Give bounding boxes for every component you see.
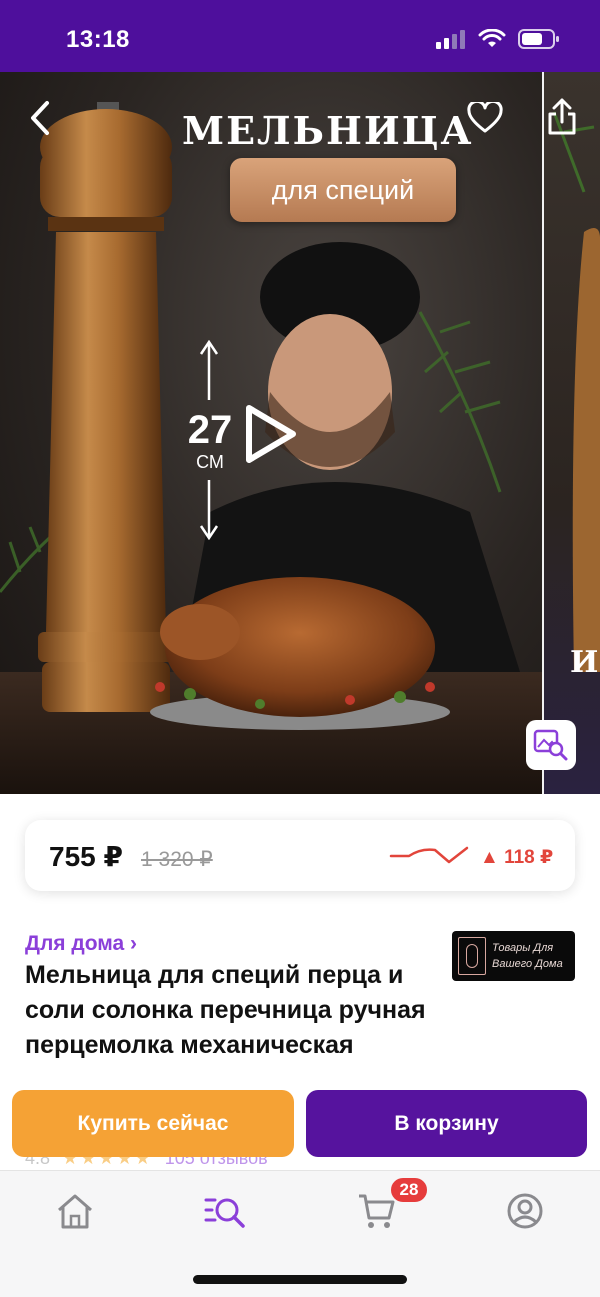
cart-count-badge: 28 (389, 1176, 429, 1204)
price-current: 755 ₽ (49, 841, 123, 872)
seller-name: Товары Для Вашего Дома (492, 942, 563, 970)
svg-text:И: И (570, 645, 598, 680)
status-time: 13:18 (66, 26, 130, 53)
gallery-slide-next[interactable]: И (544, 72, 600, 794)
status-icons (436, 28, 560, 50)
image-search-icon (533, 729, 568, 761)
product-title: Мельница для специй перца и соли солонка… (25, 961, 426, 1059)
height-marker: 27 СМ (180, 340, 240, 540)
signal-icon (436, 30, 465, 49)
wifi-icon (478, 29, 506, 47)
battery-icon (518, 29, 559, 49)
visual-search-button[interactable] (526, 720, 576, 770)
product-gallery[interactable]: МЕЛЬНИЦА для специй 27 СМ И (0, 72, 600, 794)
price-history-icon (389, 846, 469, 864)
next-slide-photo: И (552, 111, 600, 680)
buy-now-button[interactable]: Купить сейчас (12, 1090, 294, 1157)
profile-icon (507, 1193, 543, 1229)
catalog-search-icon (204, 1198, 245, 1228)
play-icon (246, 405, 296, 463)
favorite-button[interactable] (464, 98, 506, 138)
play-video-button[interactable] (243, 402, 299, 471)
status-bar: 13:18 (0, 0, 600, 72)
hero-title: МЕЛЬНИЦА (182, 108, 474, 153)
seller-monogram-icon (458, 937, 486, 975)
price-old: 1 320 ₽ (141, 848, 213, 871)
share-icon (548, 98, 576, 135)
hero-subtitle-pill: для специй (230, 158, 456, 222)
back-button[interactable] (22, 98, 58, 138)
share-button[interactable] (542, 96, 582, 138)
height-unit: СМ (196, 452, 224, 472)
tab-profile[interactable] (500, 1189, 550, 1233)
gallery-slide-current[interactable]: МЕЛЬНИЦА для специй 27 СМ (0, 72, 542, 794)
category-breadcrumb[interactable]: Для дома › (25, 932, 137, 956)
price-change: ▲ 118 ₽ (480, 847, 554, 868)
heart-icon (467, 102, 503, 133)
tab-catalog[interactable] (200, 1189, 250, 1233)
home-icon (58, 1194, 92, 1229)
home-indicator[interactable] (193, 1275, 407, 1284)
chevron-left-icon (31, 101, 49, 135)
add-to-cart-button[interactable]: В корзину (306, 1090, 587, 1157)
tab-home[interactable] (50, 1189, 100, 1233)
price-card[interactable]: 755 ₽ 1 320 ₽ ▲ 118 ₽ (25, 820, 575, 891)
height-value: 27 (187, 408, 233, 452)
seller-logo[interactable]: Товары Для Вашего Дома (452, 931, 575, 981)
